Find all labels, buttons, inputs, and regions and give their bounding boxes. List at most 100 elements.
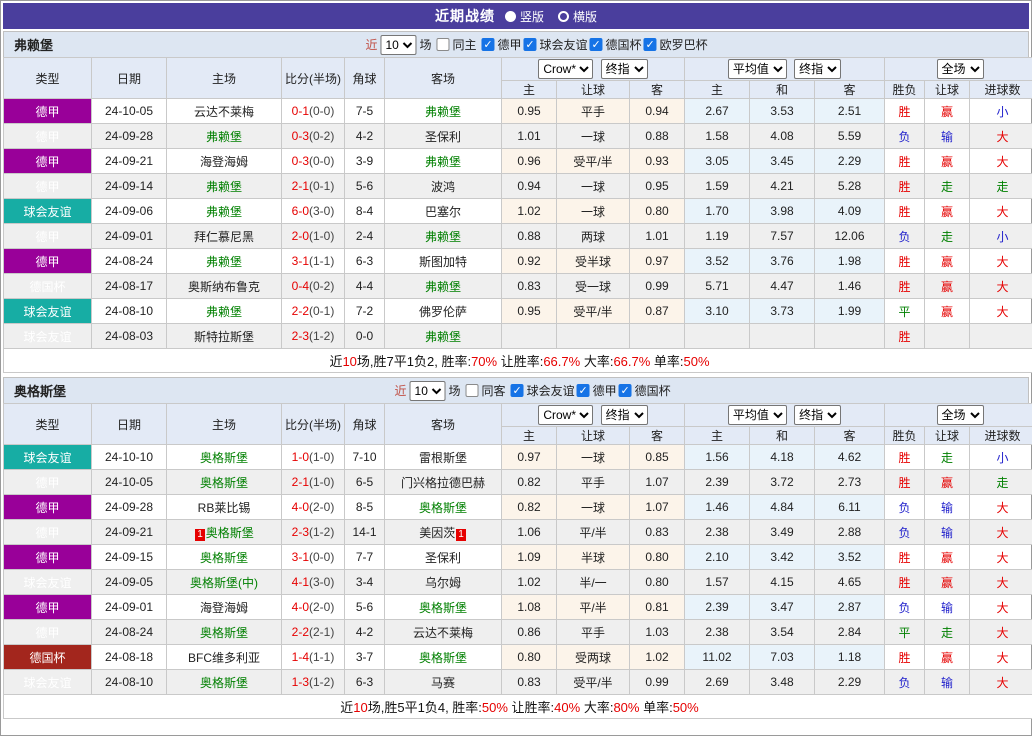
league-filter[interactable]: ✓ 欧罗巴杯 (642, 36, 708, 53)
odds2-time-select[interactable]: 终指 (794, 405, 842, 425)
same-side-filter[interactable]: 同主 (435, 36, 477, 53)
result-scope-select[interactable]: 全场 (936, 59, 984, 79)
odds2-company-select[interactable]: 平均值 (727, 405, 787, 425)
home-team[interactable]: 海登海姆 (166, 148, 282, 174)
home-team[interactable]: 弗赖堡 (166, 123, 282, 149)
home-team[interactable]: 奥格斯堡 (166, 669, 282, 695)
avg-away: 12.06 (813, 223, 886, 249)
league-filter[interactable]: ✓ 德国杯 (617, 382, 671, 399)
league-filter[interactable]: ✓ 德甲 (480, 36, 522, 53)
home-team-name: 奥格斯堡 (199, 675, 248, 690)
away-team[interactable]: 门兴格拉德巴赫 (384, 469, 502, 495)
odds2-company-select[interactable]: 平均值 (727, 59, 787, 79)
col-date-header: 日期 (91, 403, 167, 445)
away-team[interactable]: 圣保利 (384, 123, 502, 149)
match-count-select[interactable]: 10 (380, 34, 417, 55)
home-team[interactable]: 弗赖堡 (166, 248, 282, 274)
checkbox-checked-icon: ✓ (618, 384, 632, 397)
away-team[interactable]: 奥格斯堡 (384, 644, 502, 670)
score-cell[interactable]: 4-1(3-0) (281, 569, 345, 595)
away-team[interactable]: 弗赖堡 (384, 98, 502, 124)
league-filter[interactable]: ✓ 球会友谊 (522, 36, 588, 53)
away-team[interactable]: 弗赖堡 (384, 323, 502, 349)
result-scope-select[interactable]: 全场 (936, 405, 984, 425)
same-side-filter[interactable]: 同客 (464, 382, 506, 399)
home-team[interactable]: 弗赖堡 (166, 198, 282, 224)
radio-horizontal-option[interactable]: 横版 (558, 8, 597, 25)
odds-home: 1.02 (501, 569, 557, 595)
score-cell[interactable]: 0-3(0-0) (281, 148, 345, 174)
avg-draw: 3.73 (749, 298, 815, 324)
away-team[interactable]: 弗赖堡 (384, 148, 502, 174)
score-cell[interactable]: 6-0(3-0) (281, 198, 345, 224)
home-team[interactable]: 弗赖堡 (166, 173, 282, 199)
score-cell[interactable]: 2-2(2-1) (281, 619, 345, 645)
home-team[interactable]: 奥格斯堡 (166, 444, 282, 470)
away-team[interactable]: 马赛 (384, 669, 502, 695)
home-team[interactable]: 1 奥格斯堡 (166, 519, 282, 545)
league-filter[interactable]: ✓ 德国杯 (588, 36, 642, 53)
score-cell[interactable]: 2-1(1-0) (281, 469, 345, 495)
home-team[interactable]: 奥斯纳布鲁克 (166, 273, 282, 299)
match-date: 24-08-03 (91, 323, 167, 349)
odds1-time-select[interactable]: 终指 (600, 59, 648, 79)
home-team[interactable]: 奥格斯堡 (166, 619, 282, 645)
home-team[interactable]: RB莱比锡 (166, 494, 282, 520)
score-cell[interactable]: 2-3(1-2) (281, 323, 345, 349)
avg-home: 11.02 (684, 644, 750, 670)
league-filter[interactable]: ✓ 球会友谊 (509, 382, 575, 399)
radio-vertical-option[interactable]: 竖版 (504, 8, 544, 25)
away-team[interactable]: 乌尔姆 (384, 569, 502, 595)
away-team[interactable]: 巴塞尔 (384, 198, 502, 224)
away-team[interactable]: 云达不莱梅 (384, 619, 502, 645)
score-cell[interactable]: 0-1(0-0) (281, 98, 345, 124)
avg-home (684, 323, 750, 349)
avg-draw: 3.98 (749, 198, 815, 224)
away-team[interactable]: 雷根斯堡 (384, 444, 502, 470)
score-cell[interactable]: 2-1(0-1) (281, 173, 345, 199)
score-cell[interactable]: 4-0(2-0) (281, 594, 345, 620)
radio-horizontal-label: 横版 (573, 9, 598, 24)
odds2-time-select[interactable]: 终指 (794, 59, 842, 79)
home-team[interactable]: 海登海姆 (166, 594, 282, 620)
odds1-time-select[interactable]: 终指 (600, 405, 648, 425)
score-cell[interactable]: 3-1(1-1) (281, 248, 345, 274)
away-team[interactable]: 奥格斯堡 (384, 494, 502, 520)
score-cell[interactable]: 3-1(0-0) (281, 544, 345, 570)
odds1-company-select[interactable]: Crow* (538, 405, 594, 425)
home-team[interactable]: 奥格斯堡(中) (166, 569, 282, 595)
score-cell[interactable]: 0-3(0-2) (281, 123, 345, 149)
odds1-company-select[interactable]: Crow* (538, 59, 594, 79)
away-team[interactable]: 佛罗伦萨 (384, 298, 502, 324)
away-team[interactable]: 奥格斯堡 (384, 594, 502, 620)
home-team[interactable]: BFC维多利亚 (166, 644, 282, 670)
score-cell[interactable]: 0-4(0-2) (281, 273, 345, 299)
score-cell[interactable]: 2-0(1-0) (281, 223, 345, 249)
league-filter[interactable]: ✓ 德甲 (575, 382, 617, 399)
score-cell[interactable]: 1-3(1-2) (281, 669, 345, 695)
match-count-select[interactable]: 10 (409, 380, 446, 401)
away-team[interactable]: 斯图加特 (384, 248, 502, 274)
result-outcome: 胜 (884, 248, 926, 274)
score-cell[interactable]: 4-0(2-0) (281, 494, 345, 520)
odds-away: 1.03 (629, 619, 685, 645)
home-team[interactable]: 斯特拉斯堡 (166, 323, 282, 349)
home-team[interactable]: 奥格斯堡 (166, 544, 282, 570)
avg-draw: 4.84 (749, 494, 815, 520)
match-date: 24-09-05 (91, 569, 167, 595)
home-team[interactable]: 奥格斯堡 (166, 469, 282, 495)
score-cell[interactable]: 1-4(1-1) (281, 644, 345, 670)
away-team[interactable]: 弗赖堡 (384, 223, 502, 249)
away-team[interactable]: 圣保利 (384, 544, 502, 570)
away-team[interactable]: 波鸿 (384, 173, 502, 199)
odds-handicap: 半/一 (556, 569, 630, 595)
odds-home: 0.82 (501, 494, 557, 520)
score-cell[interactable]: 1-0(1-0) (281, 444, 345, 470)
home-team[interactable]: 云达不莱梅 (166, 98, 282, 124)
score-cell[interactable]: 2-3(1-2) (281, 519, 345, 545)
home-team[interactable]: 弗赖堡 (166, 298, 282, 324)
away-team[interactable]: 美因茨 1 (384, 519, 502, 545)
score-cell[interactable]: 2-2(0-1) (281, 298, 345, 324)
home-team[interactable]: 拜仁慕尼黑 (166, 223, 282, 249)
away-team[interactable]: 弗赖堡 (384, 273, 502, 299)
